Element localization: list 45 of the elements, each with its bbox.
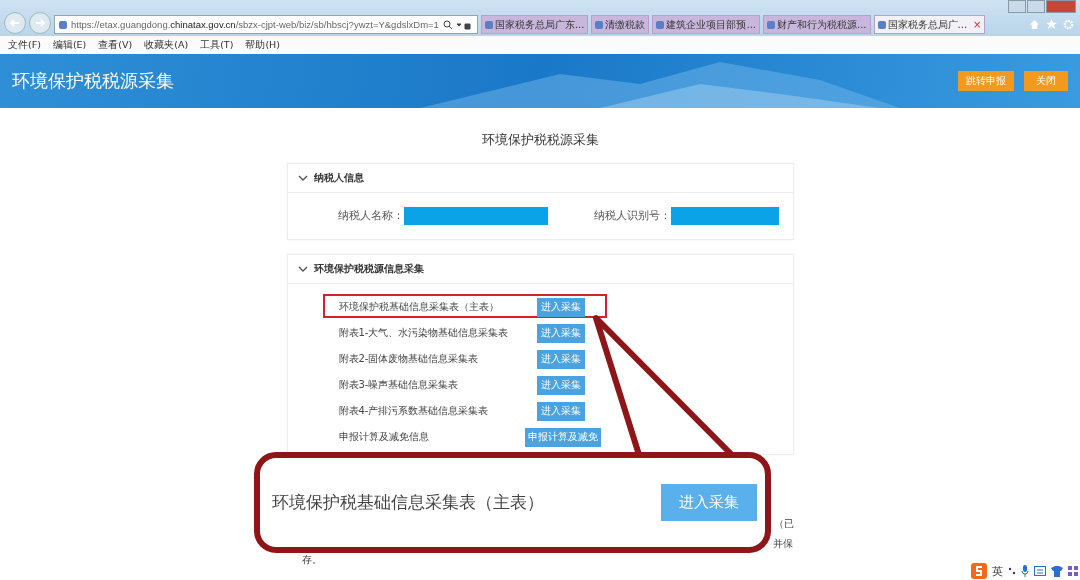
browser-tab[interactable]: 财产和行为税税源... [763, 15, 871, 34]
note-text: 存。 [302, 553, 322, 567]
form-label: 申报计算及减免信息 [338, 430, 430, 444]
menu-item[interactable]: 查看(V) [98, 38, 133, 52]
field-label: 纳税人名称： [337, 209, 404, 223]
punctuation-icon[interactable] [1008, 566, 1016, 576]
close-button[interactable] [1046, 0, 1076, 13]
field-label: 纳税人识别号： [593, 209, 671, 223]
menu-item[interactable]: 收藏夹(A) [144, 38, 189, 52]
menu-item[interactable]: 工具(T) [200, 38, 234, 52]
browser-tab[interactable]: 清缴税款 [591, 15, 650, 34]
grid-icon[interactable] [1068, 566, 1078, 576]
section-title: 纳税人信息 [313, 171, 364, 185]
form-label: 附表4-产排污系数基础信息采集表 [338, 404, 490, 418]
address-bar[interactable]: https://etax.guangdong.chinatax.gov.cn/sbzx-cjpt-web/biz/sb/hbscj?ywzt=Y&gdslxDm=1 [54, 15, 478, 34]
browser-tab[interactable]: 国家税务总局广... × [873, 15, 986, 34]
input-mode[interactable]: 英 [992, 563, 1003, 579]
chevron-icon[interactable] [297, 265, 308, 273]
form-label: 附表3-噪声基础信息采集表 [338, 378, 460, 392]
browser-tab[interactable]: 建筑企业项目部预... [652, 15, 760, 34]
menu-item[interactable]: 帮助(H) [245, 38, 280, 52]
callout-label: 环境保护税基础信息采集表（主表） [272, 491, 544, 514]
page-title: 环境保护税税源采集 [481, 132, 599, 147]
keyboard-icon[interactable] [1034, 566, 1046, 576]
form-label: 附表1-大气、水污染物基础信息采集表 [338, 326, 510, 340]
section-title: 环境保护税税源信息采集 [313, 262, 424, 276]
menu-item[interactable]: 文件(F) [8, 38, 41, 52]
shirt-icon[interactable] [1051, 565, 1063, 577]
menu-item[interactable]: 编辑(E) [52, 38, 87, 52]
forward-button[interactable] [29, 12, 51, 34]
minimize-button[interactable] [1008, 0, 1026, 13]
form-label: 环境保护税基础信息采集表（主表） [338, 300, 500, 314]
star-icon[interactable] [1046, 19, 1057, 30]
browser-tab[interactable]: 国家税务总局广东... [480, 15, 589, 34]
back-arrow-icon [9, 17, 21, 29]
ime-logo-icon[interactable] [971, 563, 987, 579]
note-text: 并保 [773, 537, 793, 551]
back-button[interactable] [4, 12, 26, 34]
chevron-icon[interactable] [297, 174, 308, 182]
form-label: 附表2-固体废物基础信息采集表 [338, 352, 480, 366]
maximize-button[interactable] [1027, 0, 1045, 13]
forward-arrow-icon [34, 17, 46, 29]
note-text: （已 [774, 517, 794, 531]
microphone-icon[interactable] [1021, 565, 1029, 577]
header-title: 环境保护税税源采集 [12, 69, 174, 93]
